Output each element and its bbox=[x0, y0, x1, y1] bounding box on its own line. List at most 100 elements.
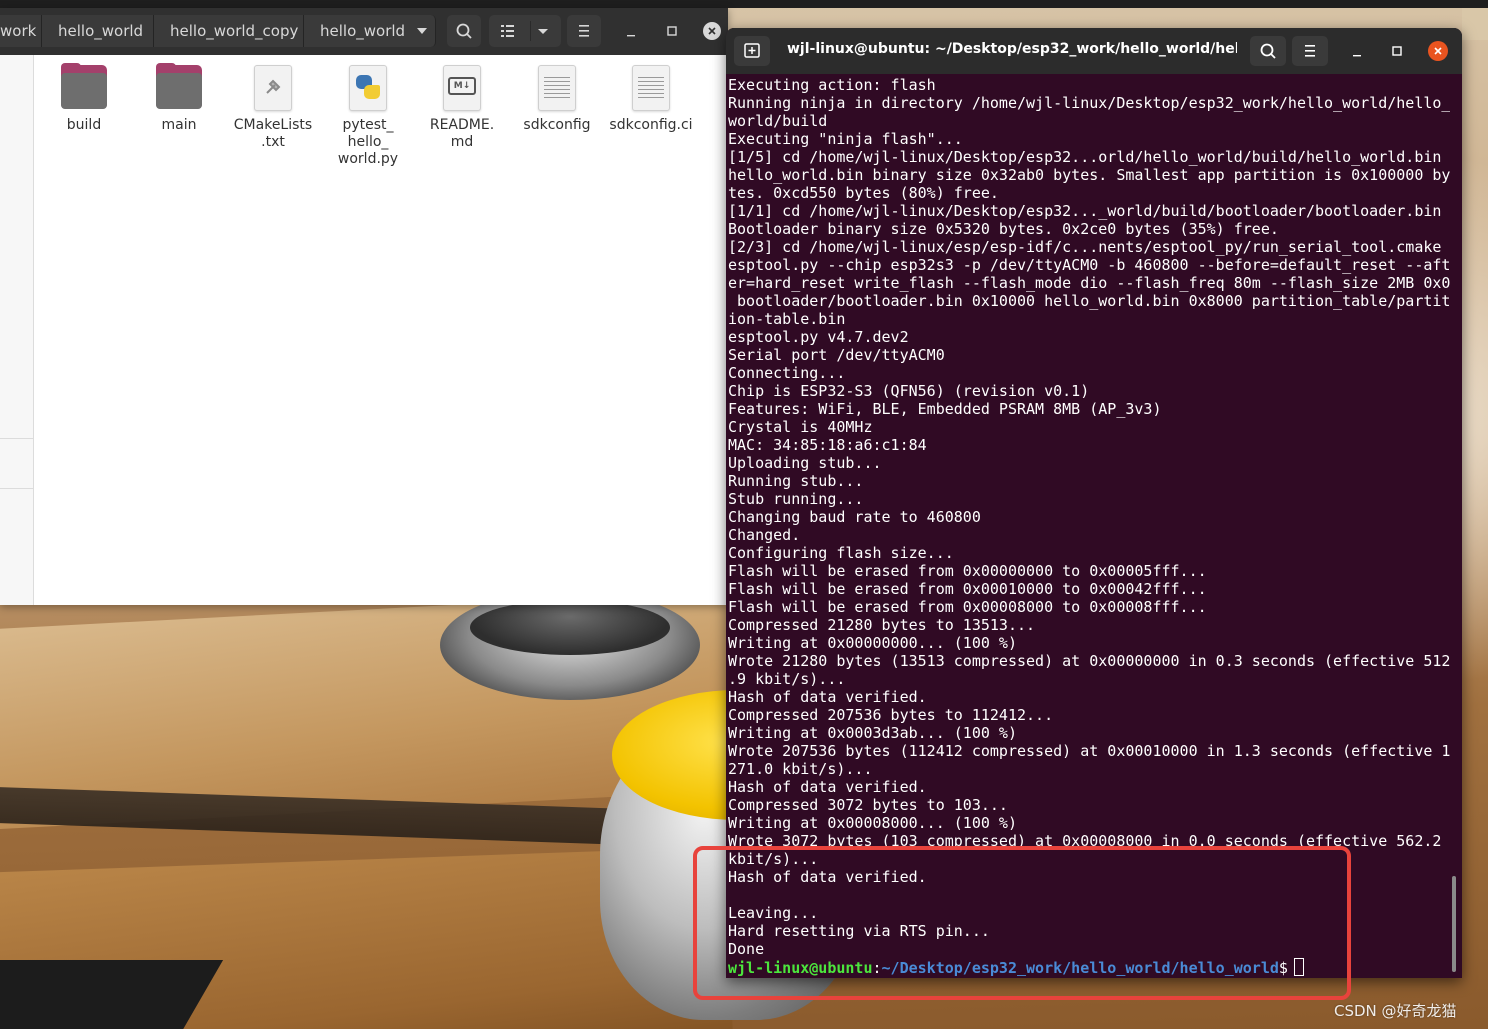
terminal-line: Crystal is 40MHz bbox=[728, 418, 873, 436]
top-panel bbox=[0, 0, 1488, 8]
wallpaper-metal-object-inner bbox=[470, 600, 670, 655]
terminal-line: Writing at 0x0003d3ab... (100 %) bbox=[728, 724, 1017, 742]
terminal-line: Writing at 0x00000000... (100 %) bbox=[728, 634, 1017, 652]
terminal-line: esptool.py v4.7.dev2 bbox=[728, 328, 909, 346]
terminal-line: [2/3] cd /home/wjl-linux/esp/esp-idf/c..… bbox=[728, 238, 1442, 256]
terminal-line: bootloader/bootloader.bin 0x10000 hello_… bbox=[728, 292, 1450, 310]
terminal-line: .9 kbit/s)... bbox=[728, 670, 846, 688]
terminal-line: Serial port /dev/ttyACM0 bbox=[728, 346, 945, 364]
breadcrumb-label: hello_world_copy bbox=[170, 22, 299, 40]
terminal-line: Wrote 21280 bytes (13513 compressed) at … bbox=[728, 652, 1450, 670]
minimize-button[interactable] bbox=[614, 15, 648, 47]
minimize-icon bbox=[627, 35, 635, 37]
text-file-icon bbox=[532, 63, 582, 113]
file-item-pytest[interactable]: pytest_ hello_ world.py bbox=[321, 63, 415, 168]
terminal-line: 271.0 kbit/s)... bbox=[728, 760, 873, 778]
sidebar-divider bbox=[0, 438, 34, 439]
terminal-line: hello_world.bin binary size 0x32ab0 byte… bbox=[728, 166, 1450, 184]
new-tab-button[interactable] bbox=[734, 36, 770, 66]
file-label: CMakeLists .txt bbox=[233, 117, 313, 150]
breadcrumb-label: hello_world bbox=[320, 22, 406, 40]
terminal-line: Hash of data verified. bbox=[728, 778, 927, 796]
file-item-sdkconfig-ci[interactable]: sdkconfig.ci bbox=[604, 63, 698, 134]
search-button[interactable] bbox=[447, 15, 481, 47]
text-file-icon bbox=[626, 63, 676, 113]
terminal-line: Bootloader binary size 0x5320 bytes. 0x2… bbox=[728, 220, 1279, 238]
menu-icon bbox=[1305, 45, 1315, 57]
terminal-line: Compressed 207536 bytes to 112412... bbox=[728, 706, 1054, 724]
terminal-line: Features: WiFi, BLE, Embedded PSRAM 8MB … bbox=[728, 400, 1162, 418]
terminal-line: Flash will be erased from 0x00010000 to … bbox=[728, 580, 1207, 598]
terminal-line: Running ninja in directory /home/wjl-lin… bbox=[728, 94, 1450, 112]
terminal-line: esptool.py --chip esp32s3 -p /dev/ttyACM… bbox=[728, 256, 1450, 274]
hamburger-menu-button[interactable] bbox=[567, 15, 601, 47]
terminal-line: world/build bbox=[728, 112, 828, 130]
terminal-line: Hash of data verified. bbox=[728, 688, 927, 706]
terminal-line: Compressed 21280 bytes to 13513... bbox=[728, 616, 1036, 634]
terminal-line: er=hard_reset write_flash --flash_mode d… bbox=[728, 274, 1450, 292]
terminal-line: Executing action: flash bbox=[728, 76, 936, 94]
folder-icon bbox=[154, 63, 204, 113]
file-label: build bbox=[66, 117, 102, 133]
red-annotation-box bbox=[693, 846, 1351, 1000]
maximize-button[interactable] bbox=[655, 15, 689, 47]
file-label: README. md bbox=[429, 117, 495, 150]
terminal-minimize-button[interactable] bbox=[1342, 36, 1372, 66]
maximize-icon bbox=[1392, 46, 1402, 56]
terminal-line: Executing "ninja flash"... bbox=[728, 130, 963, 148]
file-manager-window: work hello_world hello_world_copy hello_… bbox=[0, 8, 728, 605]
terminal-line: Configuring flash size... bbox=[728, 544, 954, 562]
terminal-line: Wrote 207536 bytes (112412 compressed) a… bbox=[728, 742, 1450, 760]
python-file-icon bbox=[343, 63, 393, 113]
close-icon bbox=[708, 27, 716, 35]
minimize-icon bbox=[1353, 55, 1361, 57]
view-options-button[interactable] bbox=[489, 15, 561, 47]
terminal-line: Uploading stub... bbox=[728, 454, 882, 472]
list-view-icon bbox=[501, 25, 514, 37]
breadcrumb-hello-world[interactable]: hello_world bbox=[42, 15, 154, 47]
terminal-line: Chip is ESP32-S3 (QFN56) (revision v0.1) bbox=[728, 382, 1090, 400]
file-item-cmakelists[interactable]: CMakeLists .txt bbox=[226, 63, 320, 151]
new-tab-icon bbox=[744, 43, 760, 58]
close-button[interactable] bbox=[703, 22, 721, 40]
file-item-build[interactable]: build bbox=[37, 63, 131, 134]
terminal-scrollbar[interactable] bbox=[1452, 876, 1456, 972]
terminal-maximize-button[interactable] bbox=[1382, 36, 1412, 66]
cmake-file-icon bbox=[248, 63, 298, 113]
watermark: CSDN @好奇龙猫 bbox=[1334, 1002, 1457, 1020]
terminal-line: tes. 0xcd550 bytes (80%) free. bbox=[728, 184, 999, 202]
terminal-line: Changing baud rate to 460800 bbox=[728, 508, 981, 526]
terminal-line: Running stub... bbox=[728, 472, 864, 490]
terminal-title: wjl-linux@ubuntu: ~/Desktop/esp32_work/h… bbox=[787, 41, 1237, 57]
terminal-line: [1/5] cd /home/wjl-linux/Desktop/esp32..… bbox=[728, 148, 1442, 166]
maximize-icon bbox=[667, 26, 677, 36]
search-icon bbox=[456, 23, 472, 39]
terminal-line: Writing at 0x00008000... (100 %) bbox=[728, 814, 1017, 832]
terminal-line: Flash will be erased from 0x00008000 to … bbox=[728, 598, 1207, 616]
close-icon bbox=[1434, 47, 1442, 55]
terminal-search-button[interactable] bbox=[1250, 36, 1286, 66]
terminal-close-button[interactable] bbox=[1428, 41, 1448, 61]
file-item-readme[interactable]: M↓ README. md bbox=[415, 63, 509, 151]
terminal-line: Changed. bbox=[728, 526, 801, 544]
search-icon bbox=[1260, 43, 1276, 59]
breadcrumb-hello-world-copy[interactable]: hello_world_copy bbox=[154, 15, 304, 47]
breadcrumb-label: work bbox=[0, 22, 37, 40]
chevron-down-icon bbox=[417, 28, 427, 34]
terminal-headerbar: wjl-linux@ubuntu: ~/Desktop/esp32_work/h… bbox=[726, 28, 1462, 74]
breadcrumb-hello-world-current[interactable]: hello_world bbox=[304, 15, 436, 47]
file-label: pytest_ hello_ world.py bbox=[337, 117, 399, 167]
breadcrumb-label: hello_world bbox=[58, 22, 144, 40]
file-item-sdkconfig[interactable]: sdkconfig bbox=[510, 63, 604, 134]
folder-icon bbox=[59, 63, 109, 113]
terminal-menu-button[interactable] bbox=[1292, 36, 1328, 66]
terminal-output[interactable]: Executing action: flash Running ninja in … bbox=[728, 76, 1450, 976]
terminal-line: [1/1] cd /home/wjl-linux/Desktop/esp32..… bbox=[728, 202, 1442, 220]
file-item-main[interactable]: main bbox=[132, 63, 226, 134]
terminal-line: Flash will be erased from 0x00000000 to … bbox=[728, 562, 1207, 580]
terminal-line: Connecting... bbox=[728, 364, 846, 382]
menu-icon bbox=[579, 25, 589, 37]
file-label: main bbox=[161, 117, 197, 133]
breadcrumb-work[interactable]: work bbox=[0, 15, 42, 47]
file-manager-sidebar bbox=[0, 55, 34, 605]
